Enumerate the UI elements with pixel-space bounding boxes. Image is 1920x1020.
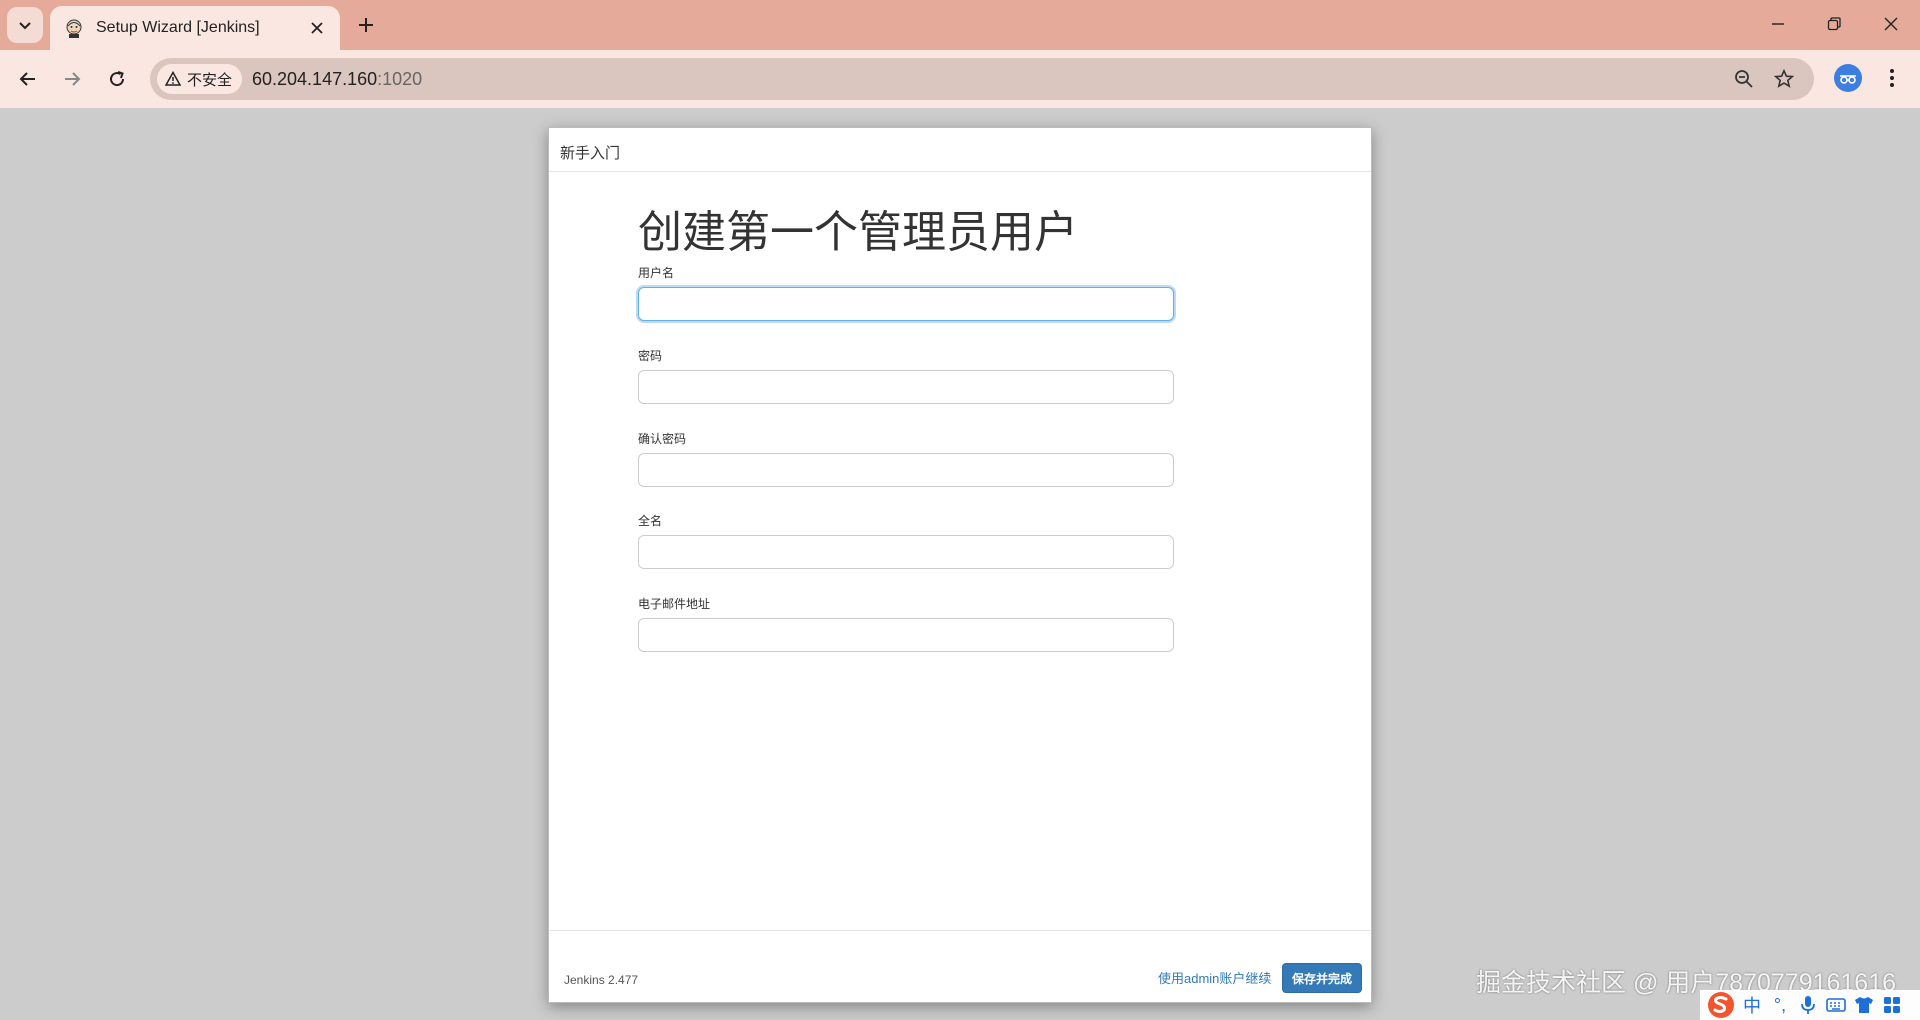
sogou-s-icon: [1708, 992, 1734, 1018]
fullname-label: 全名: [638, 514, 663, 528]
email-input[interactable]: [638, 618, 1174, 652]
security-label: 不安全: [187, 71, 233, 89]
keyboard-icon: [1826, 998, 1846, 1012]
arrow-left-icon: [19, 72, 35, 86]
dialog-body: 创建第一个管理员用户 用户名 密码 确认密码 全名 电子邮件地址: [549, 172, 1371, 930]
save-and-finish-button[interactable]: 保存并完成: [1282, 963, 1362, 993]
ime-punctuation-toggle[interactable]: °,: [1766, 991, 1794, 1019]
restore-button[interactable]: [1814, 8, 1854, 40]
forward-button[interactable]: [56, 63, 88, 95]
minimize-button[interactable]: [1758, 8, 1798, 40]
ime-keyboard-button[interactable]: [1822, 991, 1850, 1019]
address-bar[interactable]: 不安全 60.204.147.160:1020: [150, 58, 1814, 100]
arrow-right-icon: [65, 72, 81, 86]
kebab-menu-icon: [1890, 69, 1894, 87]
jenkins-favicon-icon: [66, 19, 82, 38]
fullname-input[interactable]: [638, 535, 1174, 569]
url-host: 60.204.147.160: [252, 69, 378, 89]
reload-button[interactable]: [101, 63, 133, 95]
close-icon: [1884, 17, 1898, 31]
shirt-icon: [1855, 997, 1873, 1013]
zoom-button[interactable]: [1732, 67, 1756, 91]
plus-icon: [359, 18, 373, 32]
zoom-out-icon: [1735, 70, 1753, 88]
password-label: 密码: [638, 349, 663, 363]
username-label: 用户名: [638, 266, 675, 280]
tab-search-button[interactable]: [7, 7, 43, 43]
ime-voice-button[interactable]: [1794, 991, 1822, 1019]
browser-menu-button[interactable]: [1878, 64, 1906, 92]
browser-toolbar: 不安全 60.204.147.160:1020: [0, 50, 1920, 108]
close-icon: [311, 22, 323, 34]
new-tab-button[interactable]: [352, 11, 380, 39]
url-port: :1020: [377, 69, 423, 89]
continue-as-admin-link[interactable]: 使用admin账户继续: [1158, 968, 1271, 987]
minimize-icon: [1772, 23, 1784, 25]
profile-avatar[interactable]: [1834, 64, 1862, 92]
tab-jenkins[interactable]: Setup Wizard [Jenkins]: [50, 6, 340, 50]
reload-icon: [110, 71, 125, 87]
confirm-password-label: 确认密码: [638, 432, 687, 446]
ime-toolbar: 中 °,: [1700, 990, 1920, 1020]
dialog-footer: Jenkins 2.477 使用admin账户继续 保存并完成: [549, 931, 1371, 1003]
star-icon: [1774, 69, 1794, 88]
tab-title: Setup Wizard [Jenkins]: [96, 19, 260, 36]
tab-strip: Setup Wizard [Jenkins]: [0, 0, 1920, 50]
ime-skin-button[interactable]: [1850, 991, 1878, 1019]
page-title: 创建第一个管理员用户: [638, 208, 1078, 257]
dialog-title: 新手入门: [560, 145, 621, 162]
tab-close-button[interactable]: [306, 17, 328, 39]
back-button[interactable]: [12, 63, 44, 95]
warning-icon: [165, 71, 181, 86]
ime-toolbox-button[interactable]: [1878, 991, 1906, 1019]
restore-icon: [1827, 17, 1841, 31]
close-window-button[interactable]: [1871, 8, 1911, 40]
password-input[interactable]: [638, 370, 1174, 404]
confirm-password-input[interactable]: [638, 453, 1174, 487]
chevron-down-icon: [19, 22, 31, 30]
microphone-icon: [1801, 996, 1815, 1014]
grid-icon: [1884, 997, 1900, 1013]
sogou-logo-icon[interactable]: [1704, 990, 1738, 1020]
incognito-icon: [1840, 75, 1856, 84]
jenkins-version: Jenkins 2.477: [564, 973, 639, 987]
dialog-header: 新手入门: [549, 128, 1371, 172]
bookmark-button[interactable]: [1772, 67, 1796, 91]
ime-language-toggle[interactable]: 中: [1738, 991, 1766, 1019]
url-text[interactable]: 60.204.147.160:1020: [252, 69, 422, 90]
username-input[interactable]: [638, 287, 1174, 321]
email-label: 电子邮件地址: [638, 597, 711, 611]
setup-wizard-dialog: 新手入门 创建第一个管理员用户 用户名 密码 确认密码 全名 电子邮件地址 Je…: [548, 127, 1372, 1003]
security-chip[interactable]: 不安全: [157, 64, 243, 94]
